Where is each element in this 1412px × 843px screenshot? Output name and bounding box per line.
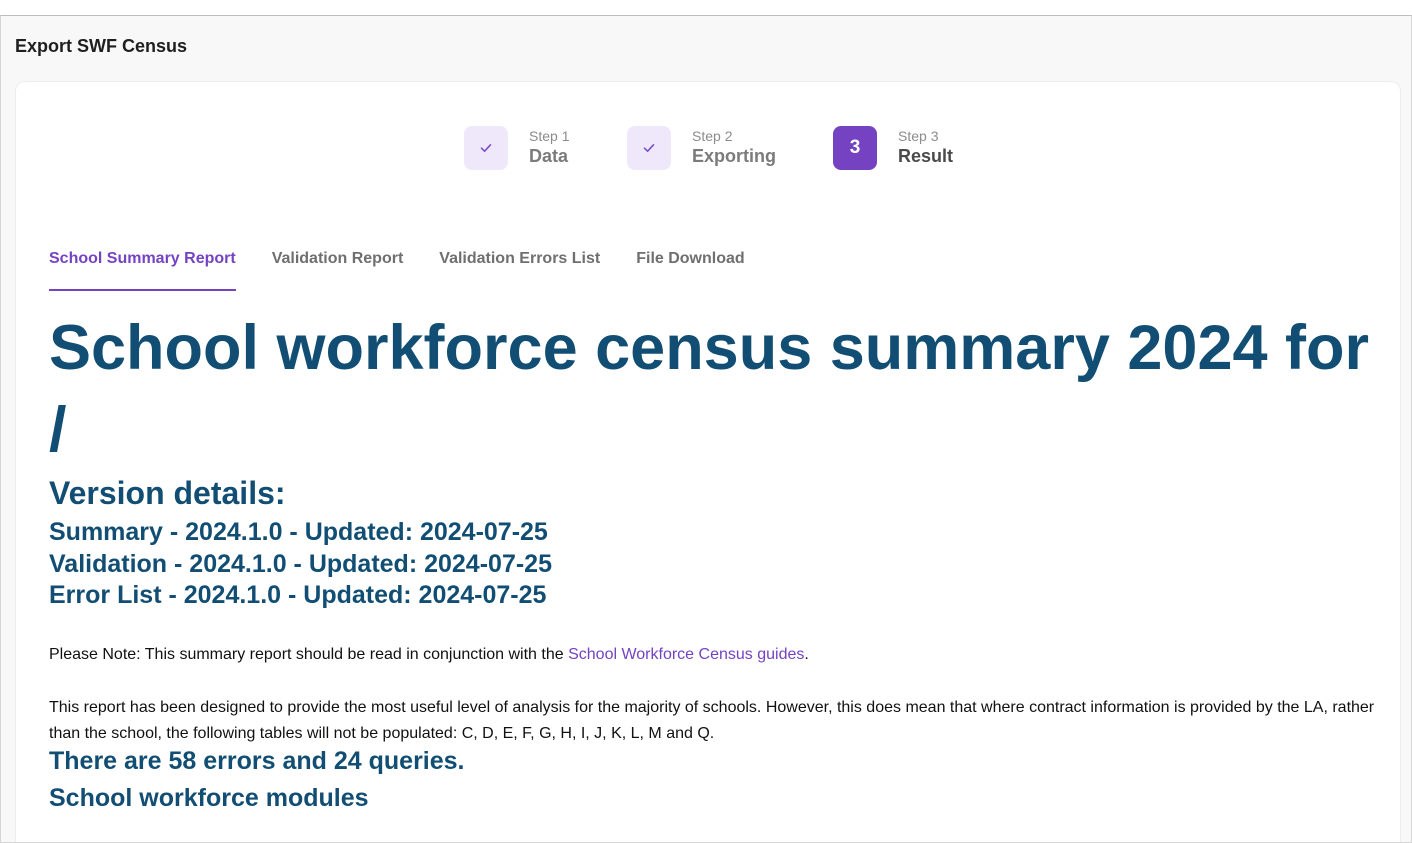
step-text: Step 3 Result [898,128,953,167]
version-heading: Version details: [49,475,286,511]
check-icon [627,126,671,170]
version-error-list: Error List - 2024.1.0 - Updated: 2024-07… [49,581,547,609]
step-text: Step 2 Exporting [692,128,776,167]
modules-heading: School workforce modules [49,783,369,812]
page-title: Export SWF Census [15,36,188,56]
step-number-badge: 3 [833,126,877,170]
tab-file-download[interactable]: File Download [636,249,744,291]
step-name: Result [898,146,954,166]
step-label: Step 3 [898,128,939,144]
step-text: Step 1 Data [529,128,569,167]
step-name: Exporting [692,146,776,166]
check-icon [464,126,508,170]
note-prefix: Please Note: This summary report should … [49,645,569,663]
census-guides-link[interactable]: School Workforce Census guides [568,646,804,663]
report-content: School workforce census summary 2024 for… [49,307,1379,814]
version-validation: Validation - 2024.1.0 - Updated: 2024-07… [49,549,552,578]
tab-school-summary-report[interactable]: School Summary Report [49,249,236,291]
step-label: Step 2 [692,128,733,144]
tab-validation-errors-list[interactable]: Validation Errors List [439,249,600,291]
app-window: Export SWF Census Step 1 Data Step 2 Exp… [0,15,1412,843]
export-card: Step 1 Data Step 2 Exporting 3 Step 3 Re… [15,81,1401,842]
tab-validation-report[interactable]: Validation Report [272,249,404,291]
step-label: Step 1 [529,128,570,144]
note-suffix: . [804,645,809,663]
errors-summary: There are 58 errors and 24 queries. [49,746,465,775]
version-summary: Summary - 2024.1.0 - Updated: 2024-07-25 [49,518,548,546]
report-title: School workforce census summary 2024 for… [49,313,1370,465]
intro-paragraph: This report has been designed to provide… [49,698,1375,742]
report-tabs: School Summary Report Validation Report … [49,249,745,291]
version-list: Summary - 2024.1.0 - Updated: 2024-07-25… [49,517,1379,612]
note-paragraph: Please Note: This summary report should … [49,642,1379,668]
step-name: Data [529,146,569,166]
